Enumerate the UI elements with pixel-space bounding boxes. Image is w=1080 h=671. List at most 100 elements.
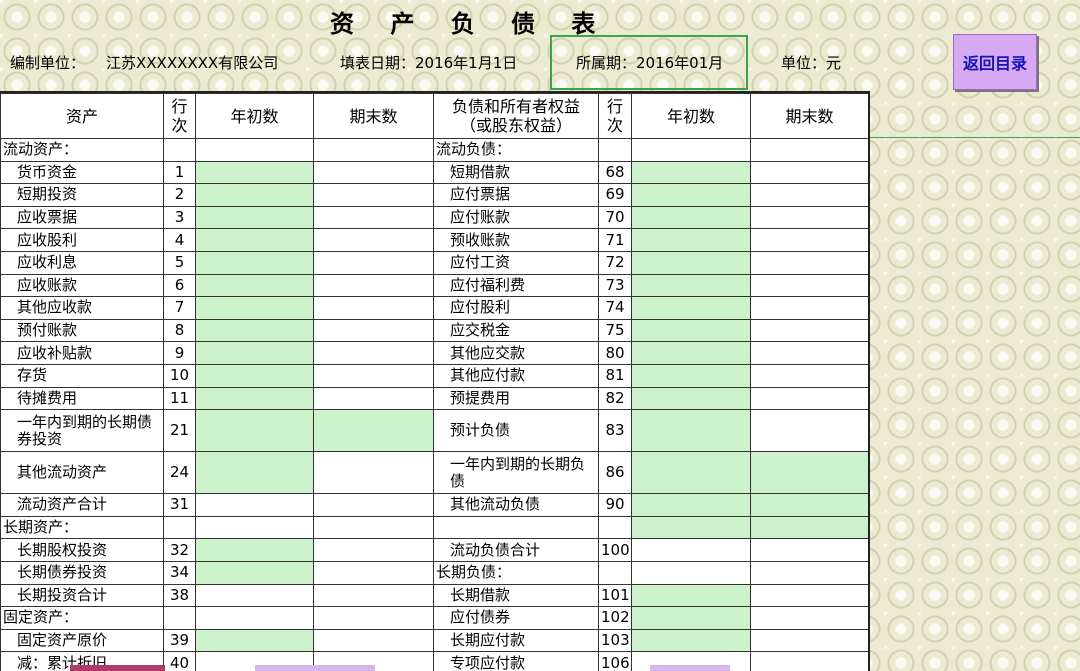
liability-end-cell[interactable] — [750, 250, 868, 275]
liability-end-cell[interactable] — [750, 138, 868, 162]
liability-end-cell[interactable] — [750, 160, 868, 185]
asset-line-no: 11 — [163, 386, 196, 411]
asset-begin-cell[interactable] — [195, 296, 314, 320]
asset-begin-cell[interactable] — [195, 138, 314, 162]
asset-line-no: 31 — [163, 493, 196, 517]
liability-end-cell[interactable] — [750, 515, 868, 540]
liability-begin-cell[interactable] — [631, 138, 751, 162]
liability-begin-cell[interactable] — [631, 451, 751, 495]
asset-end-cell[interactable] — [313, 228, 434, 252]
liability-end-cell[interactable] — [750, 606, 868, 630]
table-row: 流动资产合计 31 其他流动负债 90 — [0, 493, 868, 517]
liability-begin-cell[interactable] — [631, 318, 751, 343]
asset-end-cell[interactable] — [313, 538, 434, 562]
asset-end-cell[interactable] — [313, 138, 434, 162]
liability-begin-cell[interactable] — [631, 228, 751, 252]
liability-name: 长期应付款 — [433, 628, 599, 653]
liability-begin-cell[interactable] — [631, 341, 751, 365]
asset-begin-cell[interactable] — [195, 538, 314, 562]
liability-name: 预计负债 — [433, 409, 599, 453]
asset-end-cell[interactable] — [313, 493, 434, 517]
liability-begin-cell[interactable] — [631, 386, 751, 411]
liability-begin-cell[interactable] — [631, 205, 751, 230]
liability-end-cell[interactable] — [750, 228, 868, 252]
asset-name: 应收股利 — [0, 228, 164, 252]
asset-begin-cell[interactable] — [195, 250, 314, 275]
asset-end-cell[interactable] — [313, 160, 434, 185]
asset-begin-cell[interactable] — [195, 606, 314, 630]
liability-end-cell[interactable] — [750, 205, 868, 230]
asset-begin-cell[interactable] — [195, 228, 314, 252]
liability-line-no: 69 — [598, 183, 632, 207]
asset-begin-cell[interactable] — [195, 493, 314, 517]
liability-end-cell[interactable] — [750, 273, 868, 298]
asset-begin-cell[interactable] — [195, 160, 314, 185]
asset-end-cell[interactable] — [313, 409, 434, 453]
table-row: 应收补贴款 9 其他应交款 80 — [0, 341, 868, 365]
liability-end-cell[interactable] — [750, 386, 868, 411]
asset-end-cell[interactable] — [313, 296, 434, 320]
liability-end-cell[interactable] — [750, 183, 868, 207]
liability-begin-cell[interactable] — [631, 493, 751, 517]
liability-name: 其他应交款 — [433, 341, 599, 365]
liability-begin-cell[interactable] — [631, 273, 751, 298]
asset-begin-cell[interactable] — [195, 628, 314, 653]
liability-end-cell[interactable] — [750, 538, 868, 562]
asset-end-cell[interactable] — [313, 273, 434, 298]
liability-end-cell[interactable] — [750, 318, 868, 343]
asset-begin-cell[interactable] — [195, 183, 314, 207]
liability-end-cell[interactable] — [750, 560, 868, 585]
liability-end-cell[interactable] — [750, 493, 868, 517]
asset-begin-cell[interactable] — [195, 205, 314, 230]
asset-end-cell[interactable] — [313, 386, 434, 411]
asset-end-cell[interactable] — [313, 606, 434, 630]
asset-end-cell[interactable] — [313, 451, 434, 495]
asset-end-cell[interactable] — [313, 205, 434, 230]
liability-begin-cell[interactable] — [631, 606, 751, 630]
asset-end-cell[interactable] — [313, 515, 434, 540]
asset-end-cell[interactable] — [313, 560, 434, 585]
liability-begin-cell[interactable] — [631, 628, 751, 653]
liability-begin-cell[interactable] — [631, 160, 751, 185]
liability-end-cell[interactable] — [750, 628, 868, 653]
back-to-index-button[interactable]: 返回目录 — [953, 34, 1037, 90]
liability-end-cell[interactable] — [750, 409, 868, 453]
asset-begin-cell[interactable] — [195, 318, 314, 343]
liability-begin-cell[interactable] — [631, 515, 751, 540]
balance-sheet-table-area: 资产 行 次 年初数 期末数 负债和所有者权益 （或股东权益） 行 次 年初数 … — [0, 91, 870, 671]
asset-begin-cell[interactable] — [195, 409, 314, 453]
asset-end-cell[interactable] — [313, 341, 434, 365]
asset-begin-cell[interactable] — [195, 560, 314, 585]
liability-end-cell[interactable] — [750, 363, 868, 388]
asset-begin-cell[interactable] — [195, 583, 314, 608]
liability-end-cell[interactable] — [750, 651, 868, 671]
asset-begin-cell[interactable] — [195, 363, 314, 388]
asset-begin-cell[interactable] — [195, 451, 314, 495]
asset-line-no: 4 — [163, 228, 196, 252]
liability-begin-cell[interactable] — [631, 296, 751, 320]
liability-name: 应付股利 — [433, 296, 599, 320]
asset-begin-cell[interactable] — [195, 273, 314, 298]
liability-begin-cell[interactable] — [631, 538, 751, 562]
asset-begin-cell[interactable] — [195, 386, 314, 411]
asset-end-cell[interactable] — [313, 583, 434, 608]
liability-begin-cell[interactable] — [631, 363, 751, 388]
asset-end-cell[interactable] — [313, 250, 434, 275]
liability-end-cell[interactable] — [750, 451, 868, 495]
asset-end-cell[interactable] — [313, 628, 434, 653]
liability-begin-cell[interactable] — [631, 409, 751, 453]
asset-end-cell[interactable] — [313, 318, 434, 343]
asset-end-cell[interactable] — [313, 363, 434, 388]
asset-end-cell[interactable] — [313, 183, 434, 207]
asset-begin-cell[interactable] — [195, 515, 314, 540]
liability-begin-cell[interactable] — [631, 583, 751, 608]
asset-begin-cell[interactable] — [195, 341, 314, 365]
liability-begin-cell[interactable] — [631, 183, 751, 207]
liability-end-cell[interactable] — [750, 296, 868, 320]
liability-begin-cell[interactable] — [631, 250, 751, 275]
liability-end-cell[interactable] — [750, 583, 868, 608]
table-row: 固定资产： 应付债券 102 — [0, 606, 868, 630]
liability-end-cell[interactable] — [750, 341, 868, 365]
liability-begin-cell[interactable] — [631, 560, 751, 585]
asset-line-no — [163, 138, 196, 162]
